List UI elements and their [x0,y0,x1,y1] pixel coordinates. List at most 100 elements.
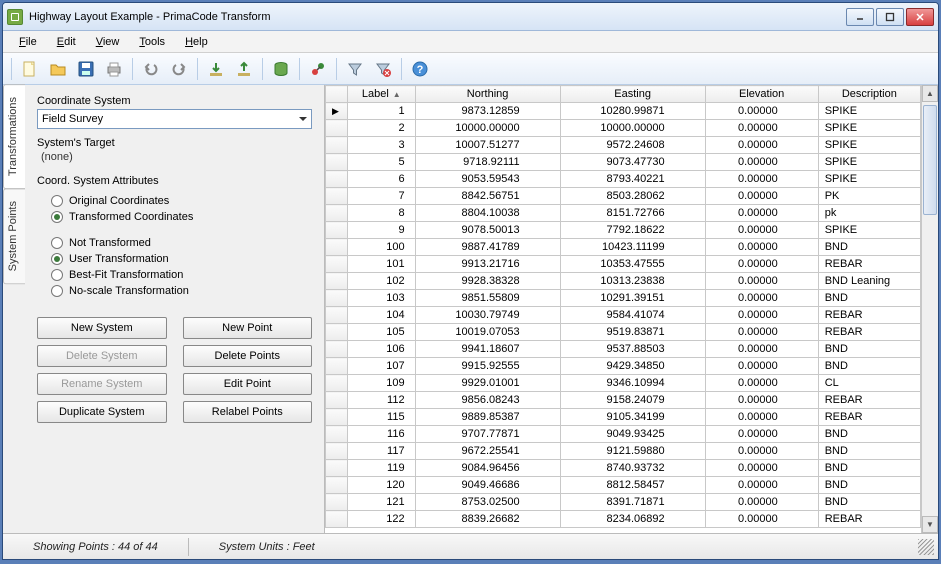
cell-label[interactable]: 106 [348,341,416,358]
cell-northing[interactable]: 9851.55809 [415,290,560,307]
cell-label[interactable]: 112 [348,392,416,409]
cell-northing[interactable]: 9887.41789 [415,239,560,256]
cell-elevation[interactable]: 0.00000 [705,375,818,392]
cell-description[interactable]: BND [818,341,920,358]
cell-label[interactable]: 105 [348,324,416,341]
table-row[interactable]: 1009887.4178910423.111990.00000BND [326,239,921,256]
table-row[interactable]: 1129856.082439158.240790.00000REBAR [326,392,921,409]
cell-elevation[interactable]: 0.00000 [705,137,818,154]
cell-northing[interactable]: 9707.77871 [415,426,560,443]
col-description[interactable]: Description [818,86,920,103]
cell-northing[interactable]: 9913.21716 [415,256,560,273]
cell-elevation[interactable]: 0.00000 [705,239,818,256]
cell-easting[interactable]: 8391.71871 [560,494,705,511]
cell-elevation[interactable]: 0.00000 [705,188,818,205]
cell-label[interactable]: 8 [348,205,416,222]
minimize-button[interactable] [846,8,874,26]
cell-easting[interactable]: 10423.11199 [560,239,705,256]
cell-elevation[interactable]: 0.00000 [705,290,818,307]
filter-icon[interactable] [343,57,367,81]
resize-grip-icon[interactable] [918,539,934,555]
cell-elevation[interactable]: 0.00000 [705,460,818,477]
help-icon[interactable]: ? [408,57,432,81]
cell-description[interactable]: BND Leaning [818,273,920,290]
cell-northing[interactable]: 9078.50013 [415,222,560,239]
cell-description[interactable]: BND [818,494,920,511]
table-row[interactable]: ▶19873.1285910280.998710.00000SPIKE [326,103,921,120]
cell-description[interactable]: BND [818,239,920,256]
table-row[interactable]: 1179672.255419121.598800.00000BND [326,443,921,460]
cell-northing[interactable]: 9672.25541 [415,443,560,460]
duplicate-system-button[interactable]: Duplicate System [37,401,167,423]
cell-northing[interactable]: 9889.85387 [415,409,560,426]
delete-system-button[interactable]: Delete System [37,345,167,367]
scroll-up-icon[interactable]: ▲ [922,85,938,102]
cell-label[interactable]: 121 [348,494,416,511]
table-row[interactable]: 1079915.925559429.348500.00000BND [326,358,921,375]
cell-elevation[interactable]: 0.00000 [705,443,818,460]
cell-label[interactable]: 109 [348,375,416,392]
rename-system-button[interactable]: Rename System [37,373,167,395]
data-grid[interactable]: Label▲ Northing Easting Elevation Descri… [325,85,921,533]
save-icon[interactable] [74,57,98,81]
radio-original-coords[interactable]: Original Coordinates [37,193,312,209]
cell-easting[interactable]: 9049.93425 [560,426,705,443]
cell-northing[interactable]: 9941.18607 [415,341,560,358]
database-icon[interactable] [269,57,293,81]
cell-northing[interactable]: 9053.59543 [415,171,560,188]
cell-easting[interactable]: 10000.00000 [560,120,705,137]
table-row[interactable]: 1069941.186079537.885030.00000BND [326,341,921,358]
radio-noscale-transformation[interactable]: No-scale Transformation [37,283,312,299]
cell-elevation[interactable]: 0.00000 [705,392,818,409]
table-row[interactable]: 1169707.778719049.934250.00000BND [326,426,921,443]
cell-description[interactable]: REBAR [818,392,920,409]
cell-easting[interactable]: 8151.72766 [560,205,705,222]
scroll-down-icon[interactable]: ▼ [922,516,938,533]
cell-elevation[interactable]: 0.00000 [705,222,818,239]
cell-northing[interactable]: 10030.79749 [415,307,560,324]
relabel-points-button[interactable]: Relabel Points [183,401,313,423]
cell-label[interactable]: 119 [348,460,416,477]
cell-elevation[interactable]: 0.00000 [705,205,818,222]
col-elevation[interactable]: Elevation [705,86,818,103]
cell-elevation[interactable]: 0.00000 [705,358,818,375]
cell-label[interactable]: 100 [348,239,416,256]
cell-northing[interactable]: 9873.12859 [415,103,560,120]
cell-elevation[interactable]: 0.00000 [705,171,818,188]
cell-easting[interactable]: 10313.23838 [560,273,705,290]
table-row[interactable]: 1209049.466868812.584570.00000BND [326,477,921,494]
cell-description[interactable]: SPIKE [818,222,920,239]
new-file-icon[interactable] [18,57,42,81]
cell-northing[interactable]: 10000.00000 [415,120,560,137]
menu-help[interactable]: Help [177,34,216,50]
table-row[interactable]: 210000.0000010000.000000.00000SPIKE [326,120,921,137]
cell-elevation[interactable]: 0.00000 [705,511,818,528]
cell-description[interactable]: SPIKE [818,103,920,120]
cell-description[interactable]: BND [818,290,920,307]
cell-easting[interactable]: 9158.24079 [560,392,705,409]
cell-description[interactable]: pk [818,205,920,222]
export-icon[interactable] [232,57,256,81]
cell-elevation[interactable]: 0.00000 [705,409,818,426]
cell-easting[interactable]: 9537.88503 [560,341,705,358]
cell-easting[interactable]: 10280.99871 [560,103,705,120]
cell-description[interactable]: SPIKE [818,154,920,171]
delete-points-button[interactable]: Delete Points [183,345,313,367]
cell-easting[interactable]: 8793.40221 [560,171,705,188]
cell-easting[interactable]: 9073.47730 [560,154,705,171]
table-row[interactable]: 88804.100388151.727660.00000pk [326,205,921,222]
cell-northing[interactable]: 9929.01001 [415,375,560,392]
table-row[interactable]: 1228839.266828234.068920.00000REBAR [326,511,921,528]
cell-label[interactable]: 116 [348,426,416,443]
radio-transformed-coords[interactable]: Transformed Coordinates [37,209,312,225]
cell-label[interactable]: 103 [348,290,416,307]
new-point-button[interactable]: New Point [183,317,313,339]
scroll-thumb[interactable] [923,105,937,215]
cell-northing[interactable]: 9928.38328 [415,273,560,290]
cell-label[interactable]: 1 [348,103,416,120]
table-row[interactable]: 1019913.2171610353.475550.00000REBAR [326,256,921,273]
close-button[interactable] [906,8,934,26]
col-label[interactable]: Label▲ [348,86,416,103]
cell-description[interactable]: REBAR [818,256,920,273]
table-row[interactable]: 10510019.070539519.838710.00000REBAR [326,324,921,341]
